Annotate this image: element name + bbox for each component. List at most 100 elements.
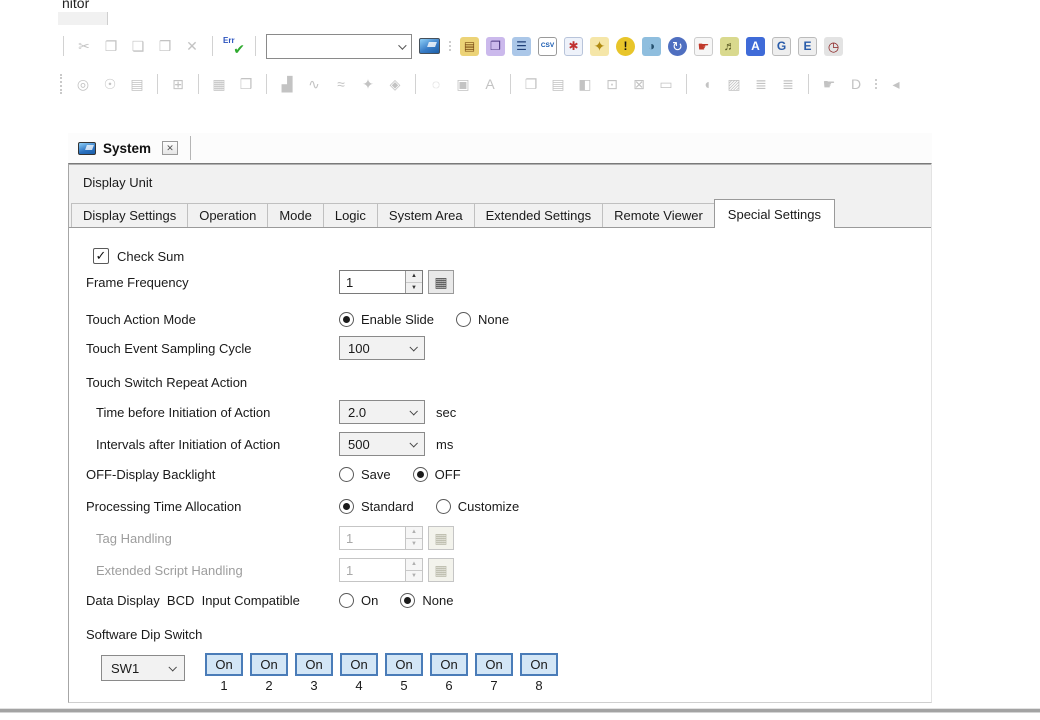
- tab-remote-viewer[interactable]: Remote Viewer: [602, 203, 715, 227]
- script-icon[interactable]: D: [846, 74, 866, 94]
- tab-display-settings[interactable]: Display Settings: [71, 203, 188, 227]
- line-graph-icon[interactable]: ≈: [331, 74, 351, 94]
- calendar-12-icon[interactable]: ⊞: [168, 74, 188, 94]
- dip-switch-selector[interactable]: SW1: [101, 655, 185, 681]
- radio-button[interactable]: [339, 467, 354, 482]
- tab-mode[interactable]: Mode: [267, 203, 324, 227]
- export-settings-icon[interactable]: E: [798, 37, 817, 56]
- tab-logic[interactable]: Logic: [323, 203, 378, 227]
- hand-cursor-icon[interactable]: ☛: [819, 74, 839, 94]
- film-strip-icon[interactable]: ▤: [548, 74, 568, 94]
- part-anchor-icon[interactable]: ◎: [73, 74, 93, 94]
- dip-switch-6: On 6: [430, 653, 468, 693]
- frame-frequency-input[interactable]: 1: [340, 271, 405, 293]
- tab-extended-settings[interactable]: Extended Settings: [474, 203, 604, 227]
- star-parts-icon[interactable]: ✦: [358, 74, 378, 94]
- dip-switch-7-button[interactable]: On: [475, 653, 513, 676]
- check-sum-checkbox[interactable]: ✓: [93, 248, 109, 264]
- mini-display-icon[interactable]: ▭: [656, 74, 676, 94]
- lamp-icon[interactable]: ☉: [100, 74, 120, 94]
- dip-switch-8-button[interactable]: On: [520, 653, 558, 676]
- radio-button[interactable]: [339, 312, 354, 327]
- radio-button[interactable]: [400, 593, 415, 608]
- monitor-settings-icon[interactable]: ⊡: [602, 74, 622, 94]
- dip-switch-5-button[interactable]: On: [385, 653, 423, 676]
- nav-back-icon[interactable]: ◂: [886, 74, 906, 94]
- error-check-icon[interactable]: Err ✔: [223, 36, 245, 56]
- transfer-project-icon[interactable]: ▤: [460, 37, 479, 56]
- radio-option-enable-slide[interactable]: Enable Slide: [339, 312, 434, 327]
- radio-button[interactable]: [339, 499, 354, 514]
- time-before-dropdown[interactable]: 2.0: [339, 400, 425, 424]
- tab-operation[interactable]: Operation: [187, 203, 268, 227]
- memo-list-icon[interactable]: ▤: [127, 74, 147, 94]
- duplicate-icon[interactable]: ❒: [155, 36, 175, 56]
- monitor-icon[interactable]: ⊠: [629, 74, 649, 94]
- radio-button[interactable]: [456, 312, 471, 327]
- keypad-icon[interactable]: ▦: [209, 74, 229, 94]
- paste-icon[interactable]: ❏: [128, 36, 148, 56]
- data-transfer-icon[interactable]: ◑: [642, 37, 661, 56]
- dip-switch-1-button[interactable]: On: [205, 653, 243, 676]
- dip-switch-3-button[interactable]: On: [295, 653, 333, 676]
- intervals-after-dropdown[interactable]: 500: [339, 432, 425, 456]
- global-settings-icon[interactable]: G: [772, 37, 791, 56]
- dip-switch-8-number: 8: [520, 678, 558, 693]
- radio-option-none[interactable]: None: [400, 593, 453, 608]
- sampling-cycle-dropdown[interactable]: 100: [339, 336, 425, 360]
- dip-switch-4-button[interactable]: On: [340, 653, 378, 676]
- radio-option-none[interactable]: None: [456, 312, 509, 327]
- parts-icon[interactable]: ❒: [236, 74, 256, 94]
- parts-box-icon[interactable]: ▣: [453, 74, 473, 94]
- spinner-up-button[interactable]: ▲: [406, 271, 422, 283]
- radio-button[interactable]: [413, 467, 428, 482]
- window-overlap-icon[interactable]: ❐: [521, 74, 541, 94]
- sound-icon[interactable]: ♬: [720, 37, 739, 56]
- camera-icon[interactable]: ◧: [575, 74, 595, 94]
- radio-label: OFF: [435, 467, 461, 482]
- copy-icon[interactable]: ❐: [101, 36, 121, 56]
- password-icon[interactable]: !: [616, 37, 635, 56]
- spinner-down-button[interactable]: ▼: [406, 283, 422, 294]
- screen-select-combobox[interactable]: [266, 34, 412, 59]
- radio-option-save[interactable]: Save: [339, 467, 391, 482]
- cut-icon[interactable]: ✂: [74, 36, 94, 56]
- speech-bubble-icon[interactable]: ◖: [697, 74, 717, 94]
- spinner-up-button: ▲: [406, 559, 422, 571]
- trend-graph-icon[interactable]: ∿: [304, 74, 324, 94]
- dip-switch-2-button[interactable]: On: [250, 653, 288, 676]
- radio-option-on[interactable]: On: [339, 593, 378, 608]
- check-sum-label: Check Sum: [117, 249, 184, 264]
- screen-preview-icon[interactable]: [419, 38, 440, 54]
- dip-switch-6-button[interactable]: On: [430, 653, 468, 676]
- spinner-up-button: ▲: [406, 527, 422, 539]
- data-jar-icon[interactable]: ◌: [426, 74, 446, 94]
- radio-option-standard[interactable]: Standard: [339, 499, 414, 514]
- bar-graph-icon[interactable]: ▟: [277, 74, 297, 94]
- keypad-button[interactable]: ▦: [428, 270, 454, 294]
- radio-button[interactable]: [436, 499, 451, 514]
- text-parts-icon[interactable]: A: [480, 74, 500, 94]
- close-tab-button[interactable]: ✕: [162, 141, 178, 155]
- radio-button[interactable]: [339, 593, 354, 608]
- system-settings-icon[interactable]: ☰: [512, 37, 531, 56]
- schedule-transfer-icon[interactable]: ◷: [824, 37, 843, 56]
- address-refresh-icon[interactable]: ↻: [668, 37, 687, 56]
- image-parts-icon[interactable]: ▨: [724, 74, 744, 94]
- tab-system[interactable]: System ✕: [68, 133, 184, 163]
- tab-system-area[interactable]: System Area: [377, 203, 475, 227]
- dip-switch-buttons: On 1 On 2 On 3 On 4 On 5 On 6: [205, 653, 558, 693]
- csv-export-icon[interactable]: CSV: [538, 37, 557, 56]
- tab-special-settings[interactable]: Special Settings: [714, 199, 835, 228]
- delete-icon[interactable]: ✕: [182, 36, 202, 56]
- touch-press-icon[interactable]: ☛: [694, 37, 713, 56]
- key-security-icon[interactable]: ✦: [590, 37, 609, 56]
- compare-project-icon[interactable]: ❐: [486, 37, 505, 56]
- language-convert-icon[interactable]: A: [746, 37, 765, 56]
- radio-option-off[interactable]: OFF: [413, 467, 461, 482]
- diamond-parts-icon[interactable]: ◈: [385, 74, 405, 94]
- doc-list2-icon[interactable]: ≣: [778, 74, 798, 94]
- package-edit-icon[interactable]: ✱: [564, 37, 583, 56]
- radio-option-customize[interactable]: Customize: [436, 499, 519, 514]
- doc-list-icon[interactable]: ≣: [751, 74, 771, 94]
